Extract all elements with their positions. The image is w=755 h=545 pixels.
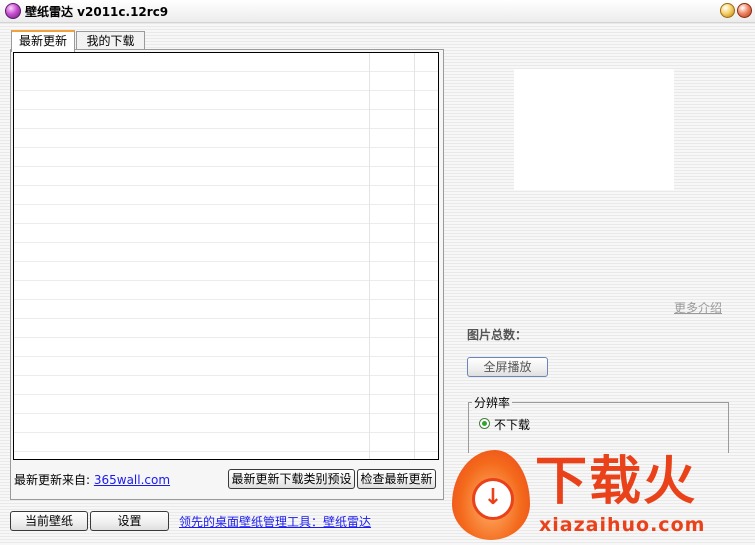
check-updates-button[interactable]: 检查最新更新 [357,469,436,489]
tab-latest-updates[interactable]: 最新更新 [11,30,75,52]
tab-my-downloads[interactable]: 我的下载 [76,31,145,50]
source-link[interactable]: 365wall.com [94,473,170,487]
window-title: 壁纸雷达 v2011c.12rc9 [25,5,169,19]
wallpaper-list[interactable] [13,52,439,460]
update-source-label: 最新更新来自: [14,473,94,487]
title-bar[interactable]: 壁纸雷达 v2011c.12rc9 [0,0,755,23]
minimize-button[interactable] [720,3,735,18]
more-info-link[interactable]: 更多介绍 [674,299,722,316]
latest-updates-panel: 最新更新来自: 365wall.com 最新更新下载类别预设 检查最新更新 [10,49,444,500]
resolution-legend: 分辨率 [472,394,513,411]
download-icon [472,478,514,520]
no-download-label[interactable]: 不下载 [494,416,530,433]
wallpaper-preview [514,69,674,190]
image-total-label: 图片总数： [467,328,528,342]
fullscreen-play-button[interactable]: 全屏播放 [467,357,548,377]
watermark-domain: xiazaihuo.com [539,514,706,536]
watermark-title: 下载火 [535,452,698,512]
close-button[interactable] [737,3,752,18]
update-source: 最新更新来自: 365wall.com [14,471,170,488]
current-wallpaper-button[interactable]: 当前壁纸 [10,511,88,531]
slogan-link[interactable]: 领先的桌面壁纸管理工具：壁纸雷达 [179,513,371,530]
resolution-group: 分辨率 不下载 [468,394,729,453]
watermark-logo: 下载火 xiazaihuo.com [447,448,755,545]
app-icon [5,3,21,19]
settings-button[interactable]: 设置 [90,511,169,531]
category-preset-button[interactable]: 最新更新下载类别预设 [228,469,355,489]
no-download-radio[interactable] [479,418,490,429]
